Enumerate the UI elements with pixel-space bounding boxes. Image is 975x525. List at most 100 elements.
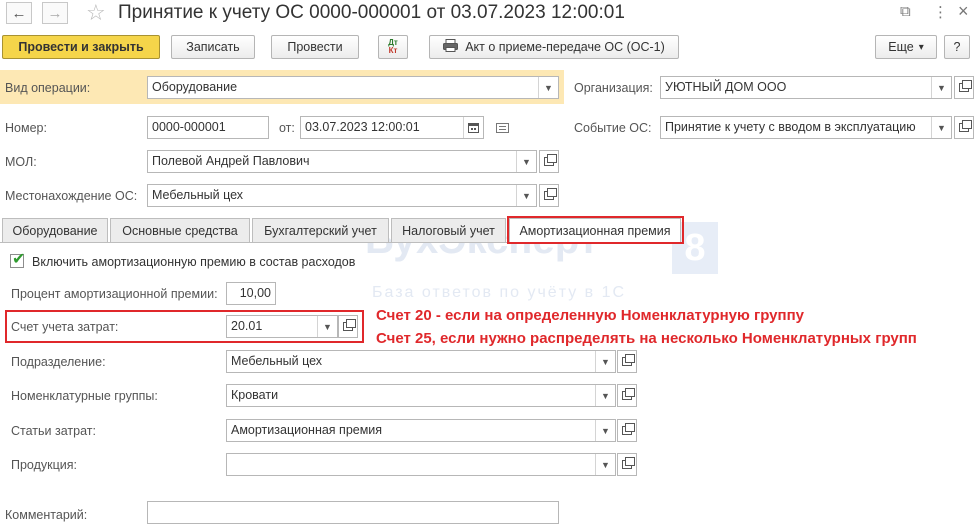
arrow-left-icon: ←: [11, 4, 27, 22]
post-and-close-button[interactable]: Провести и закрыть: [2, 35, 160, 59]
location-label: Местонахождение ОС:: [5, 189, 138, 203]
percent-label: Процент амортизационной премии:: [11, 287, 218, 301]
chevron-down-icon[interactable]: ▼: [538, 77, 558, 98]
arrow-right-icon: →: [47, 4, 63, 22]
open-icon: [622, 354, 635, 366]
division-label: Подразделение:: [11, 355, 106, 369]
mol-value: Полевой Андрей Павлович: [152, 154, 310, 168]
tab-accounting[interactable]: Бухгалтерский учет: [252, 218, 389, 242]
help-label: ?: [953, 40, 961, 54]
print-icon: [443, 39, 459, 55]
division-value: Мебельный цех: [231, 354, 323, 368]
chevron-down-icon[interactable]: ▼: [931, 117, 951, 138]
page-title: Принятие к учету ОС 0000-000001 от 03.07…: [118, 2, 625, 23]
operation-value: Оборудование: [152, 80, 238, 94]
open-icon: [343, 319, 356, 331]
save-button[interactable]: Записать: [171, 35, 255, 59]
open-account-button[interactable]: [338, 315, 358, 338]
chevron-down-icon[interactable]: ▼: [516, 185, 536, 206]
help-button[interactable]: ?: [944, 35, 970, 59]
tab-tax-accounting[interactable]: Налоговый учет: [391, 218, 506, 242]
more-button[interactable]: Еще ▾: [875, 35, 937, 59]
number-label: Номер:: [5, 121, 47, 135]
open-mol-button[interactable]: [539, 150, 559, 173]
chevron-down-icon[interactable]: ▼: [317, 316, 337, 337]
tab-fixed-assets[interactable]: Основные средства: [110, 218, 250, 242]
post-and-close-label: Провести и закрыть: [18, 40, 144, 54]
chevron-down-icon[interactable]: ▼: [516, 151, 536, 172]
annotation-account-20: Счет 20 - если на определенную Номенклат…: [376, 307, 804, 324]
costitem-value: Амортизационная премия: [231, 423, 383, 437]
open-icon: [544, 188, 557, 200]
open-organization-button[interactable]: [954, 76, 974, 99]
operation-select[interactable]: Оборудование ▼: [147, 76, 559, 99]
date-value: 03.07.2023 12:00:01: [305, 120, 420, 134]
date-label: от:: [279, 121, 295, 135]
account-value: 20.01: [231, 319, 263, 333]
organization-value: УЮТНЫЙ ДОМ ООО: [665, 80, 787, 94]
tab-highlight-frame: [507, 216, 684, 244]
account-label: Счет учета затрат:: [11, 320, 119, 334]
forward-button[interactable]: →: [42, 2, 68, 24]
favorite-star-icon[interactable]: ☆: [86, 0, 106, 26]
event-value: Принятие к учету с вводом в эксплуатацию: [665, 120, 916, 134]
dt-kt-button[interactable]: Дт Кт: [378, 35, 408, 59]
operation-label: Вид операции:: [5, 81, 91, 95]
post-label: Провести: [287, 40, 343, 54]
calendar-icon[interactable]: [463, 117, 483, 138]
open-costitem-button[interactable]: [617, 419, 637, 442]
organization-select[interactable]: УЮТНЫЙ ДОМ ООО ▼: [660, 76, 952, 99]
location-select[interactable]: Мебельный цех ▼: [147, 184, 537, 207]
open-icon: [622, 457, 635, 469]
account-select[interactable]: 20.01 ▼: [226, 315, 338, 338]
percent-value: 10,00: [239, 286, 271, 300]
chevron-down-icon[interactable]: ▼: [595, 454, 615, 475]
open-event-button[interactable]: [954, 116, 974, 139]
mol-label: МОЛ:: [5, 155, 37, 169]
close-icon[interactable]: ×: [958, 1, 969, 22]
document-notes-icon[interactable]: [496, 122, 509, 136]
checkmark-icon: ✔: [12, 251, 26, 268]
link-icon[interactable]: ⧉: [900, 3, 911, 20]
tab-equipment[interactable]: Оборудование: [2, 218, 108, 242]
act-os1-button[interactable]: Акт о приеме-передаче ОС (ОС-1): [429, 35, 679, 59]
chevron-down-icon[interactable]: ▼: [931, 77, 951, 98]
open-product-button[interactable]: [617, 453, 637, 476]
product-select[interactable]: ▼: [226, 453, 616, 476]
open-icon: [959, 120, 972, 132]
location-value: Мебельный цех: [152, 188, 244, 202]
organization-label: Организация:: [574, 81, 653, 95]
watermark-tagline: База ответов по учёту в 1С: [372, 284, 627, 301]
date-input[interactable]: 03.07.2023 12:00:01: [300, 116, 484, 139]
nomgroup-select[interactable]: Кровати ▼: [226, 384, 616, 407]
post-button[interactable]: Провести: [271, 35, 359, 59]
costitem-label: Статьи затрат:: [11, 424, 96, 438]
open-location-button[interactable]: [539, 184, 559, 207]
nomgroup-value: Кровати: [231, 388, 279, 402]
open-icon: [959, 80, 972, 92]
percent-input[interactable]: 10,00: [226, 282, 276, 305]
chevron-down-icon[interactable]: ▼: [595, 385, 615, 406]
include-premium-checkbox[interactable]: ✔: [10, 251, 25, 268]
chevron-down-icon: ▾: [918, 41, 924, 53]
more-menu-icon[interactable]: ⋮: [933, 3, 948, 21]
chevron-down-icon[interactable]: ▼: [595, 420, 615, 441]
costitem-select[interactable]: Амортизационная премия ▼: [226, 419, 616, 442]
annotation-account-25: Счет 25, если нужно распределять на неск…: [376, 330, 917, 347]
more-label: Еще: [888, 40, 914, 54]
open-icon: [622, 423, 635, 435]
dt-kt-icon-bottom: Кт: [388, 46, 398, 55]
comment-input[interactable]: [147, 501, 559, 524]
mol-select[interactable]: Полевой Андрей Павлович ▼: [147, 150, 537, 173]
nomgroup-label: Номенклатурные группы:: [11, 389, 158, 403]
open-icon: [544, 154, 557, 166]
number-input[interactable]: 0000-000001: [147, 116, 269, 139]
back-button[interactable]: ←: [6, 2, 32, 24]
open-division-button[interactable]: [617, 350, 637, 373]
chevron-down-icon[interactable]: ▼: [595, 351, 615, 372]
division-select[interactable]: Мебельный цех ▼: [226, 350, 616, 373]
event-select[interactable]: Принятие к учету с вводом в эксплуатацию…: [660, 116, 952, 139]
event-label: Событие ОС:: [574, 121, 652, 135]
save-label: Записать: [186, 40, 240, 54]
open-nomgroup-button[interactable]: [617, 384, 637, 407]
